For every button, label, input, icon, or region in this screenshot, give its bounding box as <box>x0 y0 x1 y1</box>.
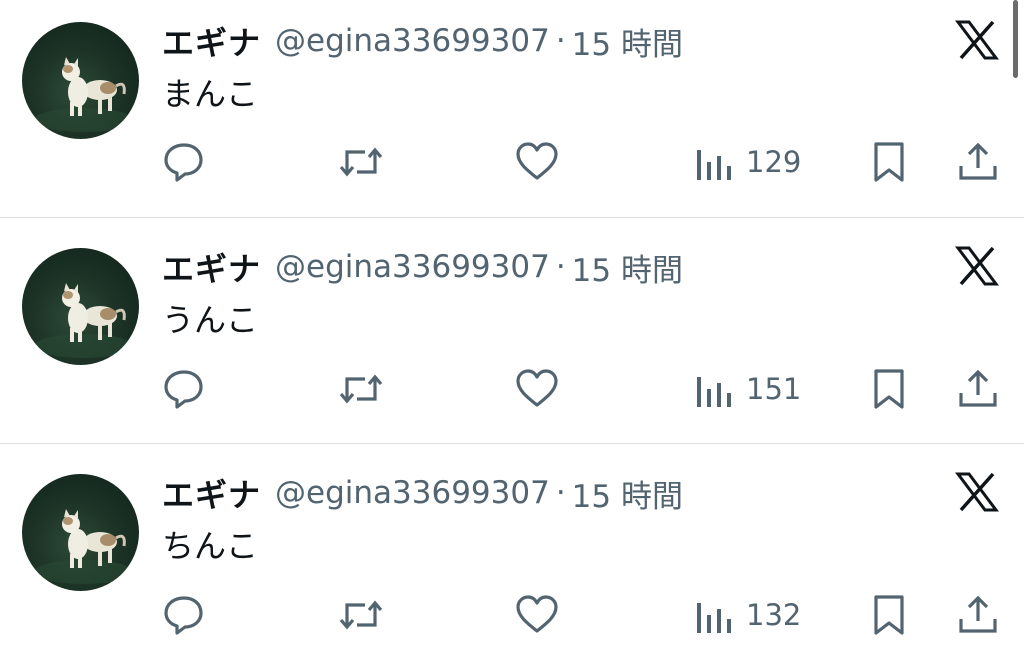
timeline-feed: エギナ @egina33699307 · 15 時間 まんこ 129 エギナ @… <box>0 0 1024 661</box>
bookmark-button[interactable] <box>870 591 908 639</box>
tweet-actions: 132 <box>0 591 1024 639</box>
user-handle[interactable]: @egina33699307 <box>275 249 550 285</box>
like-icon <box>516 142 558 180</box>
tweet-card[interactable]: エギナ @egina33699307 · 15 時間 ちんこ 132 <box>0 443 1024 669</box>
reply-icon <box>164 370 203 409</box>
tweet-text: まんこ <box>162 75 259 113</box>
share-icon <box>959 369 997 407</box>
separator-dot: · <box>555 249 566 285</box>
like-icon <box>516 595 558 633</box>
views-icon <box>697 603 731 633</box>
tweet-actions: 151 <box>0 365 1024 413</box>
views-count: 151 <box>746 372 802 406</box>
tweet-header: エギナ @egina33699307 · 15 時間 <box>162 470 683 516</box>
tweet-text: うんこ <box>162 301 259 339</box>
share-button[interactable] <box>957 365 999 413</box>
views-icon <box>697 150 731 180</box>
views-count: 132 <box>746 598 802 632</box>
reply-button[interactable] <box>162 591 206 639</box>
avatar[interactable] <box>22 248 139 365</box>
share-button[interactable] <box>957 591 999 639</box>
tweet-header: エギナ @egina33699307 · 15 時間 <box>162 244 683 290</box>
share-icon <box>959 595 997 633</box>
tweet-card[interactable]: エギナ @egina33699307 · 15 時間 うんこ 151 <box>0 217 1024 443</box>
reply-icon <box>164 143 203 182</box>
retweet-button[interactable] <box>337 365 385 413</box>
retweet-icon <box>339 147 383 177</box>
tweet-card[interactable]: エギナ @egina33699307 · 15 時間 まんこ 129 <box>0 0 1024 226</box>
views-button[interactable]: 151 <box>694 365 801 413</box>
reply-icon <box>164 596 203 635</box>
avatar[interactable] <box>22 474 139 591</box>
scrollbar[interactable] <box>1013 0 1018 78</box>
like-button[interactable] <box>514 591 560 639</box>
views-icon <box>697 377 731 407</box>
x-logo-icon <box>955 246 999 286</box>
display-name[interactable]: エギナ <box>162 470 261 516</box>
share-button[interactable] <box>957 138 999 186</box>
views-button[interactable]: 132 <box>694 591 801 639</box>
separator-dot: · <box>555 475 566 511</box>
cat-photo-icon <box>34 283 134 358</box>
reply-button[interactable] <box>162 138 206 186</box>
views-count: 129 <box>746 145 802 179</box>
tweet-text: ちんこ <box>162 527 259 565</box>
views-button[interactable]: 129 <box>694 138 801 186</box>
avatar[interactable] <box>22 22 139 139</box>
cat-photo-icon <box>34 509 134 584</box>
retweet-button[interactable] <box>337 138 385 186</box>
user-handle[interactable]: @egina33699307 <box>275 23 550 59</box>
share-icon <box>959 142 997 180</box>
tweet-header: エギナ @egina33699307 · 15 時間 <box>162 18 683 64</box>
like-button[interactable] <box>514 138 560 186</box>
bookmark-icon <box>874 369 904 409</box>
x-logo-icon <box>955 20 999 60</box>
tweet-actions: 129 <box>0 138 1024 186</box>
display-name[interactable]: エギナ <box>162 18 261 64</box>
x-logo-icon <box>955 472 999 512</box>
retweet-button[interactable] <box>337 591 385 639</box>
reply-button[interactable] <box>162 365 206 413</box>
bookmark-icon <box>874 142 904 182</box>
like-button[interactable] <box>514 365 560 413</box>
like-icon <box>516 369 558 407</box>
separator-dot: · <box>555 23 566 59</box>
bookmark-icon <box>874 595 904 635</box>
timestamp[interactable]: 15 時間 <box>572 19 683 64</box>
cat-photo-icon <box>34 57 134 132</box>
bookmark-button[interactable] <box>870 138 908 186</box>
bookmark-button[interactable] <box>870 365 908 413</box>
retweet-icon <box>339 374 383 404</box>
timestamp[interactable]: 15 時間 <box>572 471 683 516</box>
display-name[interactable]: エギナ <box>162 244 261 290</box>
retweet-icon <box>339 600 383 630</box>
user-handle[interactable]: @egina33699307 <box>275 475 550 511</box>
timestamp[interactable]: 15 時間 <box>572 245 683 290</box>
